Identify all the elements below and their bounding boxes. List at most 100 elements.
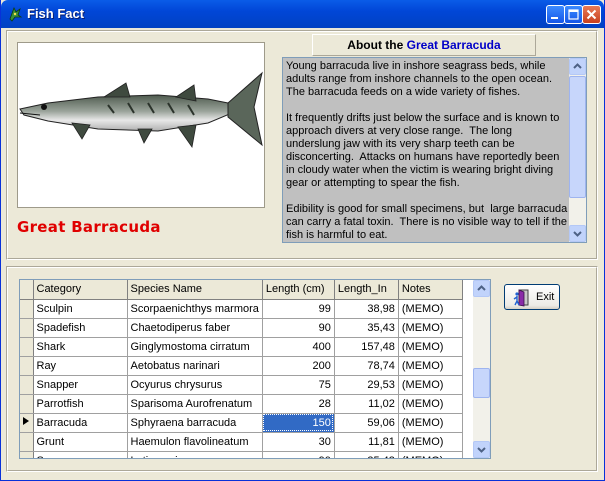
grid-scroll-thumb[interactable]: [473, 368, 490, 398]
column-header-notes[interactable]: Notes: [398, 280, 463, 300]
title-bar[interactable]: Fish Fact: [1, 0, 604, 28]
row-pointer-icon: [23, 417, 29, 425]
scroll-up-button[interactable]: [569, 58, 586, 75]
fish-picture: [17, 42, 265, 208]
door-exit-icon: [513, 289, 529, 307]
cell-species[interactable]: Scorpaenichthys marmora: [127, 299, 263, 319]
row-indicator[interactable]: [20, 318, 34, 338]
row-indicator[interactable]: [20, 432, 34, 452]
row-indicator[interactable]: [20, 375, 34, 395]
cell-length-in[interactable]: 11,02: [334, 394, 399, 414]
table-row[interactable]: Snapper Ocyurus chrysurus 75 29,53 (MEMO): [20, 375, 463, 395]
table-row[interactable]: SnapperLutjanus jocu9035,43(MEMO): [20, 451, 463, 458]
cell-species[interactable]: Chaetodiperus faber: [127, 318, 263, 338]
row-indicator[interactable]: [20, 413, 34, 433]
cell-species[interactable]: Sparisoma Aurofrenatum: [127, 394, 263, 414]
maximize-button[interactable]: [564, 5, 583, 24]
cell-length-in[interactable]: 29,53: [334, 375, 399, 395]
cell-notes[interactable]: (MEMO): [398, 394, 463, 414]
minimize-button[interactable]: [546, 5, 565, 24]
cell-notes[interactable]: (MEMO): [398, 375, 463, 395]
grid-scrollbar[interactable]: [473, 280, 490, 458]
table-row[interactable]: Shark Ginglymostoma cirratum 400 157,48 (MEM…: [20, 337, 463, 357]
cell-species[interactable]: Lutjanus jocu: [127, 451, 263, 458]
cell-length-in[interactable]: 11,81: [334, 432, 399, 452]
column-header-length-cm[interactable]: Length (cm): [262, 280, 335, 300]
maximize-icon: [568, 9, 579, 20]
cell-category[interactable]: Ray: [33, 356, 128, 376]
table-row[interactable]: Spadefish Chaetodiperus faber 90 35,43 (MEMO…: [20, 318, 463, 338]
description-memo[interactable]: Young barracuda live in inshore seagrass…: [282, 57, 587, 243]
main-window: Fish Fact Great Barracuda About the Grea…: [0, 0, 605, 481]
cell-length-cm[interactable]: 150: [262, 413, 335, 433]
cell-notes[interactable]: (MEMO): [398, 413, 463, 433]
fish-data-grid[interactable]: Category Species Name Length (cm) Length…: [19, 279, 491, 459]
fish-name-label: Great Barracuda: [17, 218, 161, 236]
fish-app-icon: [9, 6, 23, 22]
cell-species[interactable]: Ginglymostoma cirratum: [127, 337, 263, 357]
barracuda-image: [19, 71, 263, 149]
table-row[interactable]: Grunt Haemulon flavolineatum 30 11,81 (MEMO): [20, 432, 463, 452]
cell-category[interactable]: Barracuda: [33, 413, 128, 433]
cell-notes[interactable]: (MEMO): [398, 432, 463, 452]
scroll-down-button[interactable]: [569, 225, 586, 242]
cell-category[interactable]: Snapper: [33, 451, 128, 458]
cell-length-in[interactable]: 78,74: [334, 356, 399, 376]
cell-category[interactable]: Spadefish: [33, 318, 128, 338]
cell-category[interactable]: Grunt: [33, 432, 128, 452]
scroll-thumb[interactable]: [569, 76, 586, 198]
cell-notes[interactable]: (MEMO): [398, 451, 463, 458]
row-indicator[interactable]: [20, 337, 34, 357]
exit-button-label: Exit: [536, 291, 555, 303]
about-header: About the Great Barracuda: [312, 34, 536, 56]
cell-length-cm[interactable]: 99: [262, 299, 335, 319]
row-indicator[interactable]: [20, 299, 34, 319]
description-scrollbar[interactable]: [569, 58, 586, 242]
cell-length-in[interactable]: 38,98: [334, 299, 399, 319]
chevron-up-icon: [573, 63, 582, 69]
grid-scroll-down-button[interactable]: [473, 441, 490, 458]
cell-length-in[interactable]: 35,43: [334, 318, 399, 338]
cell-length-cm[interactable]: 400: [262, 337, 335, 357]
cell-category[interactable]: Sculpin: [33, 299, 128, 319]
table-row[interactable]: Ray Aetobatus narinari 200 78,74 (MEMO): [20, 356, 463, 376]
grid-scroll-up-button[interactable]: [473, 280, 490, 297]
cell-notes[interactable]: (MEMO): [398, 299, 463, 319]
row-indicator[interactable]: [20, 394, 34, 414]
description-text: Young barracuda live in inshore seagrass…: [286, 60, 568, 241]
close-button[interactable]: [582, 5, 601, 24]
cell-category[interactable]: Shark: [33, 337, 128, 357]
cell-length-in[interactable]: 35,43: [334, 451, 399, 458]
cell-category[interactable]: Snapper: [33, 375, 128, 395]
cell-species[interactable]: Ocyurus chrysurus: [127, 375, 263, 395]
cell-notes[interactable]: (MEMO): [398, 356, 463, 376]
chevron-down-icon: [477, 447, 486, 453]
chevron-down-icon: [573, 231, 582, 237]
cell-species[interactable]: Aetobatus narinari: [127, 356, 263, 376]
cell-species[interactable]: Haemulon flavolineatum: [127, 432, 263, 452]
cell-length-in[interactable]: 157,48: [334, 337, 399, 357]
table-row[interactable]: Parrotfish Sparisoma Aurofrenatum 28 11,02(…: [20, 394, 463, 414]
row-indicator[interactable]: [20, 451, 34, 458]
cell-species[interactable]: Sphyraena barracuda: [127, 413, 263, 433]
table-row[interactable]: Barracuda Sphyraena barracuda 150 59,06 (MEM…: [20, 413, 463, 433]
cell-category[interactable]: Parrotfish: [33, 394, 128, 414]
about-fish-name: Great Barracuda: [406, 38, 501, 52]
cell-length-cm[interactable]: 30: [262, 432, 335, 452]
cell-notes[interactable]: (MEMO): [398, 318, 463, 338]
exit-button[interactable]: Exit: [504, 284, 560, 310]
column-header-category[interactable]: Category: [33, 280, 128, 300]
table-row[interactable]: Sculpin Scorpaenichthys marmora 99 38,98 (ME…: [20, 299, 463, 319]
cell-length-cm[interactable]: 90: [262, 318, 335, 338]
cell-notes[interactable]: (MEMO): [398, 337, 463, 357]
cell-length-cm[interactable]: 200: [262, 356, 335, 376]
row-indicator[interactable]: [20, 356, 34, 376]
table-body: Sculpin Scorpaenichthys marmora 99 38,98 (ME…: [20, 299, 463, 458]
cell-length-cm[interactable]: 28: [262, 394, 335, 414]
cell-length-in[interactable]: 59,06: [334, 413, 399, 433]
column-header-species[interactable]: Species Name: [127, 280, 263, 300]
cell-length-cm[interactable]: 90: [262, 451, 335, 458]
column-header-length-in[interactable]: Length_In: [334, 280, 399, 300]
table-header-row: Category Species Name Length (cm) Length…: [20, 280, 463, 300]
cell-length-cm[interactable]: 75: [262, 375, 335, 395]
